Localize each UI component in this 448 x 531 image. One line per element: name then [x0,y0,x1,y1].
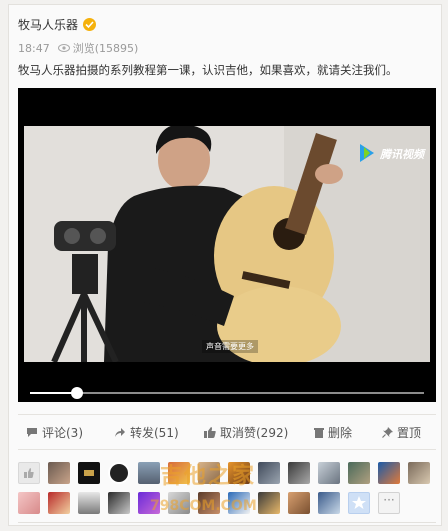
comment-icon [26,427,38,438]
comment-label: 评论(3) [42,426,83,440]
post-header: 牧马人乐器 [18,16,97,33]
liker-avatar[interactable] [18,492,40,514]
video-progress-handle[interactable] [71,387,84,399]
liker-avatar[interactable] [318,492,340,514]
liker-avatar[interactable] [198,492,220,514]
liker-avatar[interactable] [348,492,370,514]
liker-avatar[interactable] [48,492,70,514]
liker-avatar[interactable] [228,462,250,484]
trash-icon [314,427,324,438]
repost-button[interactable]: 转发(51) [114,424,179,441]
post-text: 牧马人乐器拍摄的系列教程第一课，认识吉他，如果喜欢，就请关注我们。 [18,63,398,77]
liker-avatar[interactable] [408,462,430,484]
unlike-label: 取消赞(292) [220,426,289,440]
view-count: 浏览(15895) [72,42,139,55]
liker-avatar[interactable] [138,492,160,514]
liker-avatar[interactable] [288,462,310,484]
video-progress-bar[interactable] [30,387,424,399]
liker-avatar[interactable] [108,492,130,514]
author-name[interactable]: 牧马人乐器 [18,16,78,33]
video-progress-fill [30,392,78,394]
post-meta: 18:47 浏览(15895) [18,40,138,56]
liker-avatar[interactable] [78,492,100,514]
liker-avatar[interactable] [168,462,190,484]
liker-avatar[interactable] [138,462,160,484]
liker-avatar[interactable] [78,462,100,484]
thumbs-up-icon [204,427,216,438]
video-still-image [24,126,430,362]
post-action-bar: 评论(3) 转发(51) 取消赞(292) 删除 置顶 [18,414,436,450]
liker-avatar[interactable] [288,492,310,514]
liker-avatar[interactable] [348,462,370,484]
pin-label: 置顶 [397,426,422,440]
pin-icon [382,427,393,438]
eye-icon [57,44,70,52]
video-player[interactable]: 腾讯视频 声音需要更多 [18,88,436,402]
liker-avatar[interactable] [108,462,130,484]
delete-button[interactable]: 删除 [314,424,352,441]
liker-avatar[interactable] [258,462,280,484]
post-time[interactable]: 18:47 [18,42,50,55]
liker-avatar[interactable] [168,492,190,514]
verified-badge-icon [83,18,97,31]
liker-avatar[interactable] [48,462,70,484]
liker-avatar[interactable] [318,462,340,484]
more-likers-button[interactable]: ··· [378,492,400,514]
video-logo-text: 腾讯视频 [380,148,424,161]
liker-avatar[interactable] [258,492,280,514]
delete-label: 删除 [328,426,353,440]
unlike-button[interactable]: 取消赞(292) [204,424,288,441]
liker-avatar[interactable] [228,492,250,514]
video-subtitle: 声音需要更多 [202,340,258,353]
like-icon[interactable] [18,462,40,484]
video-frame: 腾讯视频 声音需要更多 [24,126,430,362]
liker-avatar[interactable] [378,462,400,484]
repost-label: 转发(51) [130,426,179,440]
liker-avatar[interactable] [198,462,220,484]
pin-button[interactable]: 置顶 [382,424,421,441]
repost-icon [114,427,126,438]
comment-button[interactable]: 评论(3) [26,424,83,441]
divider [18,522,436,523]
